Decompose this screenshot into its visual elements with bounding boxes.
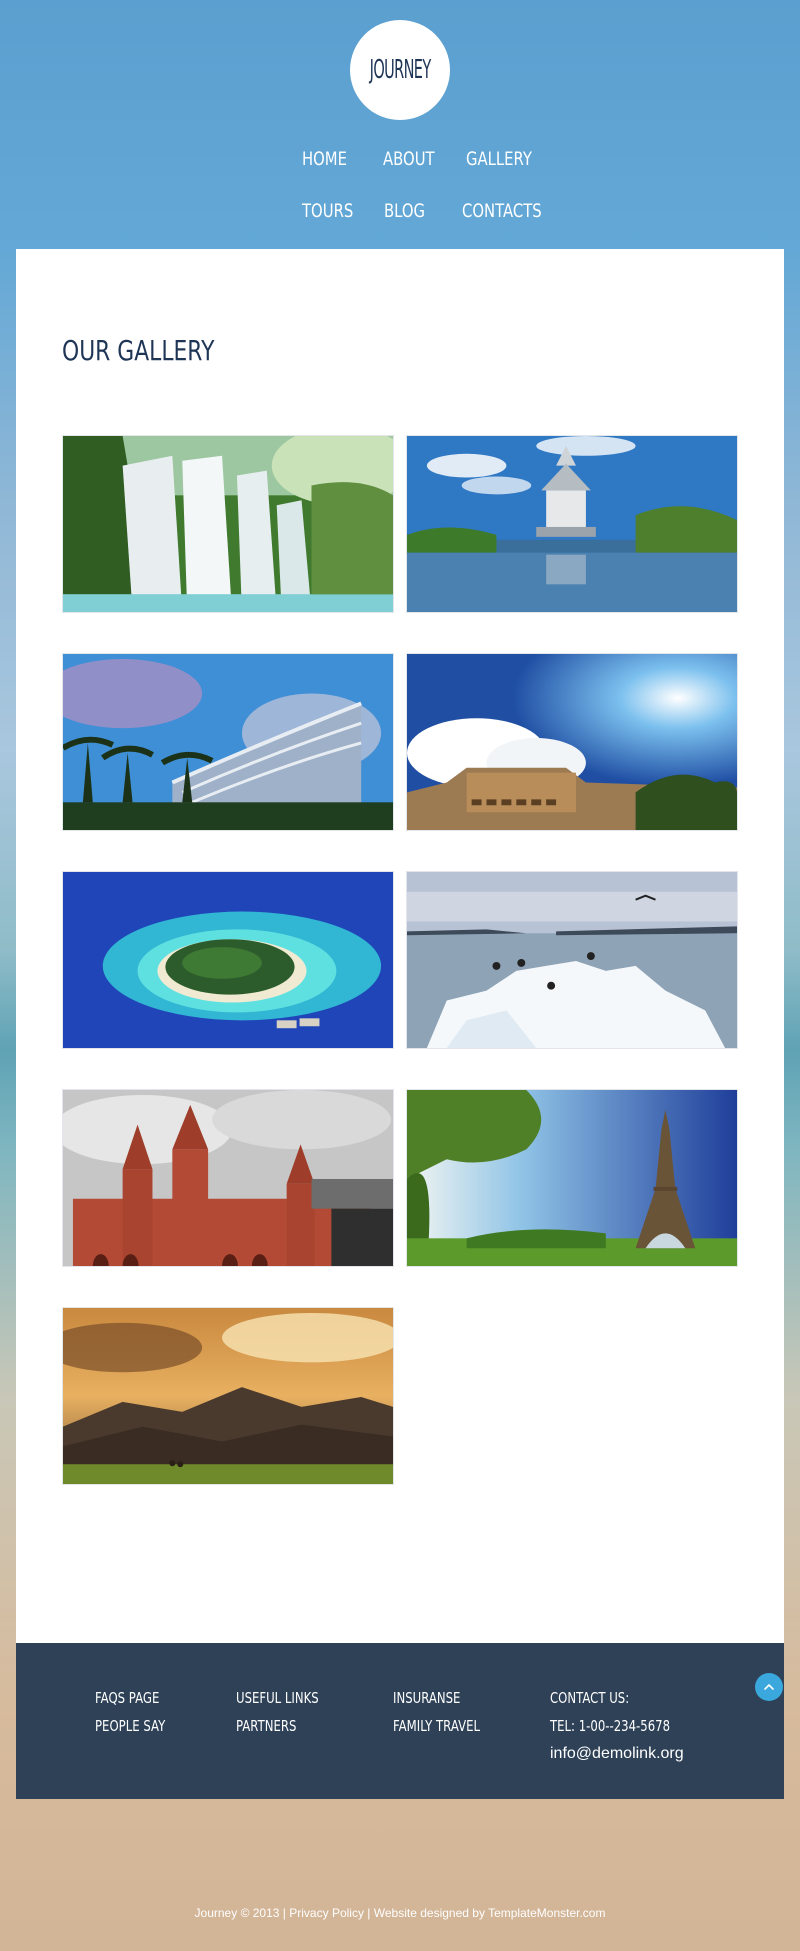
hotel-image — [63, 654, 393, 830]
copyright-bar: Journey © 2013 | Privacy Policy | Websit… — [0, 1906, 800, 1920]
designed-by-text: Website designed by — [373, 1906, 485, 1920]
nav-about[interactable]: ABOUT — [383, 148, 435, 170]
site-logo[interactable]: JOURNEY — [350, 20, 450, 120]
content-panel: OUR GALLERY — [16, 249, 784, 1643]
footer-link-family-travel[interactable]: FAMILY TRAVEL — [393, 1717, 480, 1735]
footer-link-insurance[interactable]: INSURANSE — [393, 1689, 460, 1707]
nav-contacts[interactable]: CONTACTS — [462, 200, 542, 222]
designer-link[interactable]: TemplateMonster.com — [488, 1906, 605, 1920]
nav-tours[interactable]: TOURS — [302, 200, 353, 222]
iceberg-image — [407, 872, 737, 1048]
privacy-policy-link[interactable]: Privacy Policy — [289, 1906, 364, 1920]
copyright-brand: Journey — [194, 1906, 238, 1920]
eiffel-image — [407, 1090, 737, 1266]
copyright-separator: | — [282, 1906, 286, 1920]
footer-contact-label: CONTACT US: — [550, 1689, 630, 1707]
footer-link-people-say[interactable]: PEOPLE SAY — [95, 1717, 165, 1735]
footer-link-useful-links[interactable]: USEFUL LINKS — [236, 1689, 319, 1707]
copyright-separator: | — [367, 1906, 371, 1920]
gallery-image-temple[interactable] — [406, 435, 738, 613]
gallery-image-mountains[interactable] — [62, 1307, 394, 1485]
logo-text: JOURNEY — [369, 55, 432, 85]
nav-gallery[interactable]: GALLERY — [466, 148, 532, 170]
mountains-image — [63, 1308, 393, 1484]
bridge-image — [63, 1090, 393, 1266]
back-to-top-button[interactable] — [755, 1673, 783, 1701]
copyright-year: © 2013 — [240, 1906, 280, 1920]
footer-link-faqs[interactable]: FAQS PAGE — [95, 1689, 159, 1707]
gallery-image-hotel[interactable] — [62, 653, 394, 831]
footer-email-link[interactable]: info@demolink.org — [550, 1745, 684, 1763]
chevron-up-icon — [764, 1684, 774, 1690]
page-title: OUR GALLERY — [62, 334, 215, 367]
temple-image — [407, 436, 737, 612]
gallery-image-island[interactable] — [62, 871, 394, 1049]
colosseum-image — [407, 654, 737, 830]
gallery-image-colosseum[interactable] — [406, 653, 738, 831]
gallery-image-iceberg[interactable] — [406, 871, 738, 1049]
gallery-image-eiffel[interactable] — [406, 1089, 738, 1267]
gallery-image-bridge[interactable] — [62, 1089, 394, 1267]
footer-phone: TEL: 1-00--234-5678 — [550, 1717, 671, 1735]
footer-link-partners[interactable]: PARTNERS — [236, 1717, 296, 1735]
nav-home[interactable]: HOME — [302, 148, 347, 170]
nav-blog[interactable]: BLOG — [384, 200, 425, 222]
gallery-image-waterfall[interactable] — [62, 435, 394, 613]
island-image — [63, 872, 393, 1048]
waterfall-image — [63, 436, 393, 612]
